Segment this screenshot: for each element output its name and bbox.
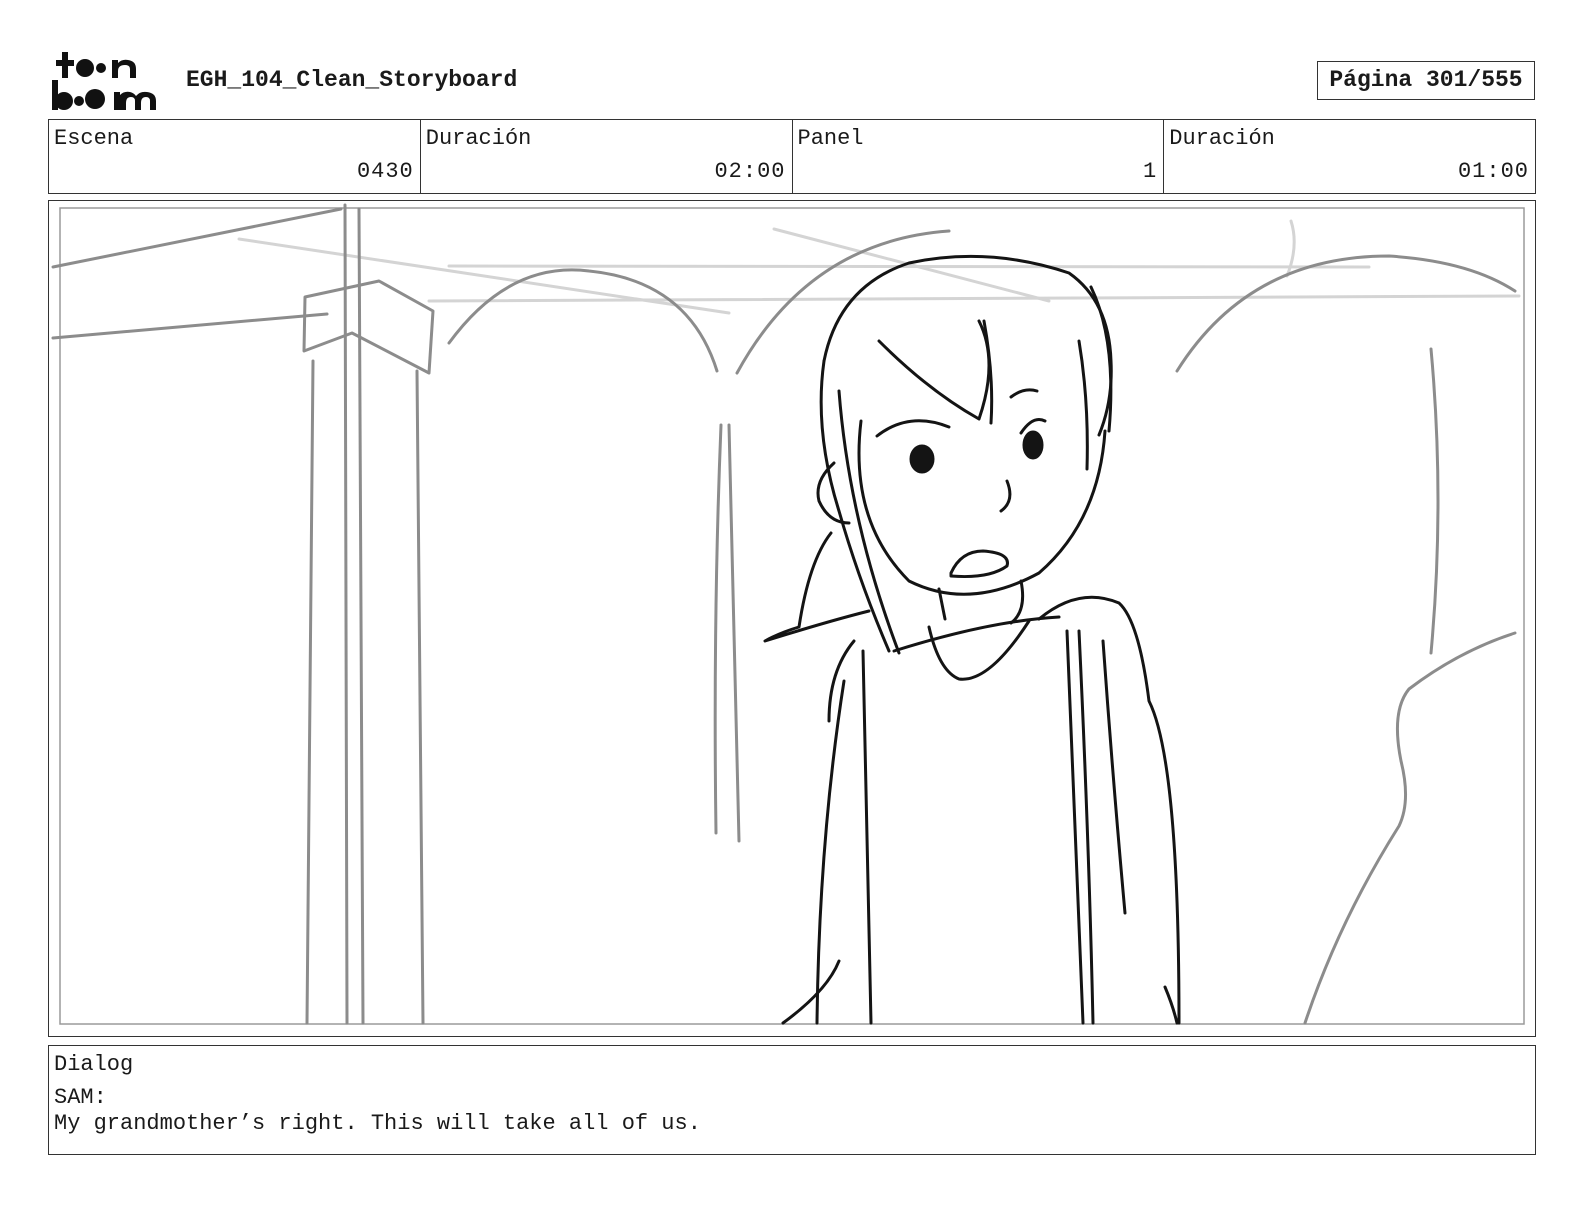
background-guides [237, 219, 1521, 315]
safe-frame [59, 207, 1525, 1025]
dialog-line: My grandmother’s right. This will take a… [54, 1111, 701, 1136]
panel-label: Panel [797, 126, 864, 151]
panel-cell: Panel 1 [793, 120, 1165, 193]
dialog-speaker: SAM: [54, 1085, 107, 1110]
scene-duration-cell: Duración 02:00 [421, 120, 793, 193]
train-interior-sketch [51, 203, 1517, 1025]
scene-duration-value: 02:00 [714, 159, 786, 184]
storyboard-sketch [51, 203, 1525, 1025]
character-sketch [763, 254, 1181, 1025]
panel-value: 1 [1143, 159, 1158, 184]
scene-duration-label: Duración [425, 126, 532, 151]
dialog-label: Dialog [54, 1052, 134, 1077]
storyboard-panel [48, 200, 1536, 1037]
panel-duration-label: Duración [1169, 126, 1275, 151]
scene-value: 0430 [356, 159, 414, 184]
scene-info-table: Escena 0430 Duración 02:00 Panel 1 Durac… [48, 119, 1536, 194]
scene-label: Escena [54, 126, 134, 151]
scene-cell: Escena 0430 [49, 120, 421, 193]
dialog-box: Dialog SAM: My grandmother’s right. This… [48, 1045, 1536, 1155]
toon-boom-logo [52, 52, 156, 110]
page-number: Página 301/555 [1317, 61, 1535, 100]
document-title: EGH_104_Clean_Storyboard [186, 67, 518, 93]
panel-duration-cell: Duración 01:00 [1164, 120, 1535, 193]
panel-duration-value: 01:00 [1457, 159, 1529, 184]
